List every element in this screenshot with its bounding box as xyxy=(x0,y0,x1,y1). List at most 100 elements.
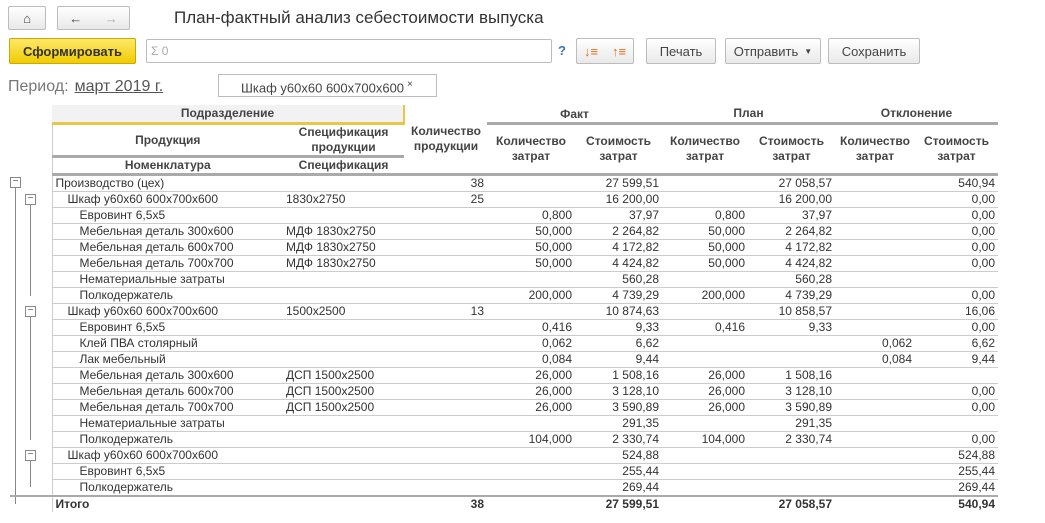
header-product[interactable]: Продукция xyxy=(51,123,283,158)
plan-cost-cell xyxy=(748,463,835,480)
qty-product-cell xyxy=(404,367,487,384)
header-plan: План xyxy=(662,105,835,125)
collapse-icon[interactable]: − xyxy=(25,305,36,317)
table-row[interactable]: Мебельная деталь 700х700 ДСП 1500х2500 26,… xyxy=(10,399,998,416)
plan-cost-cell: 4 739,29 xyxy=(748,287,835,304)
nomenclature-cell: Нематериальные затраты xyxy=(51,415,283,432)
nav-buttons: ← → xyxy=(57,6,130,30)
header-qty-product[interactable]: Количество продукции xyxy=(404,105,487,176)
table-row[interactable]: Евровинт 6,5х5 0,416 9,33 0,416 9,33 0,00 xyxy=(10,319,998,336)
fact-cost-cell: 291,35 xyxy=(575,415,662,432)
header-plan-qty[interactable]: Количество затрат xyxy=(662,123,748,176)
tree-gutter xyxy=(10,463,52,480)
search-input[interactable]: Σ 0 xyxy=(146,39,552,63)
dev-qty-cell xyxy=(835,319,915,336)
nomenclature-cell: Мебельная деталь 700х700 xyxy=(51,255,283,272)
table-row[interactable]: Полкодержатель 200,000 4 739,29 200,000 4 73… xyxy=(10,287,998,304)
spec-cell: МДФ 1830х2750 xyxy=(283,239,404,256)
collapse-icon[interactable]: − xyxy=(10,176,21,188)
header-fact-qty[interactable]: Количество затрат xyxy=(487,123,575,176)
save-button[interactable]: Сохранить xyxy=(828,38,920,64)
collapse-icon[interactable]: − xyxy=(25,193,36,205)
fact-qty-cell: 50,000 xyxy=(487,223,575,240)
group-row[interactable]: − Шкаф у60х60 600х700х600 1500х2500 13 10 87… xyxy=(10,303,998,320)
dev-cost-cell: 0,00 xyxy=(915,239,998,256)
sort-descending-icon[interactable]: ↓≡ xyxy=(584,44,598,59)
header-fact-cost[interactable]: Стоимость затрат xyxy=(575,123,662,176)
plan-cost-cell: 3 128,10 xyxy=(748,383,835,400)
table-row[interactable]: Мебельная деталь 600х700 МДФ 1830х2750 50,… xyxy=(10,239,998,256)
plan-cost-cell: 291,35 xyxy=(748,415,835,432)
dev-qty-cell xyxy=(835,303,915,320)
help-link[interactable]: ? xyxy=(558,43,566,58)
spec-cell xyxy=(283,319,404,336)
fact-cost-cell: 255,44 xyxy=(575,463,662,480)
qty-product-cell xyxy=(404,223,487,240)
nomenclature-cell: Полкодержатель xyxy=(51,479,283,497)
table-row[interactable]: Евровинт 6,5х5 0,800 37,97 0,800 37,97 0,00 xyxy=(10,207,998,224)
group-row[interactable]: − Шкаф у60х60 600х700х600 524,88 524,88 xyxy=(10,447,998,464)
qty-product-cell xyxy=(404,431,487,448)
dev-cost-cell: 540,94 xyxy=(915,174,998,192)
table-row[interactable]: Мебельная деталь 300х600 МДФ 1830х2750 50,… xyxy=(10,223,998,240)
header-nomenclature[interactable]: Номенклатура xyxy=(51,156,283,176)
qty-product-cell: 38 xyxy=(404,174,487,192)
home-button[interactable]: ⌂ xyxy=(8,6,46,30)
fact-qty-cell xyxy=(487,479,575,497)
collapse-icon[interactable]: − xyxy=(25,449,36,461)
tree-gutter xyxy=(10,271,52,288)
tree-gutter xyxy=(10,239,52,256)
clear-filter-icon[interactable]: × xyxy=(407,79,413,90)
group-row[interactable]: − Шкаф у60х60 600х700х600 1830х2750 25 16 20… xyxy=(10,191,998,208)
fact-cost-cell: 10 874,63 xyxy=(575,303,662,320)
table-row[interactable]: Нематериальные затраты 560,28 560,28 xyxy=(10,271,998,288)
plan-cost-cell: 3 590,89 xyxy=(748,399,835,416)
back-arrow-icon[interactable]: ← xyxy=(69,11,82,26)
table-row[interactable]: Клей ПВА столярный 0,062 6,62 0,062 6,62 xyxy=(10,335,998,352)
table-row[interactable]: Полкодержатель 269,44 269,44 xyxy=(10,479,998,497)
fact-qty-cell xyxy=(487,174,575,192)
sort-buttons: ↓≡ ↑≡ xyxy=(576,38,634,64)
dev-cost-cell: 269,44 xyxy=(915,479,998,497)
sort-ascending-icon[interactable]: ↑≡ xyxy=(612,44,626,59)
header-spec[interactable]: Спецификация xyxy=(283,156,404,176)
table-row[interactable]: Полкодержатель 104,000 2 330,74 104,000 2 33… xyxy=(10,431,998,448)
total-qty: 38 xyxy=(404,495,487,512)
period-link[interactable]: март 2019 г. xyxy=(75,78,164,95)
filter-product[interactable]: Шкаф у60х60 600х700х600 × xyxy=(218,74,437,97)
forward-arrow-icon[interactable]: → xyxy=(105,11,118,26)
fact-qty-cell: 104,000 xyxy=(487,431,575,448)
fact-cost-cell: 524,88 xyxy=(575,447,662,464)
fact-qty-cell xyxy=(487,303,575,320)
tree-gutter xyxy=(10,415,52,432)
send-button[interactable]: Отправить ▼ xyxy=(725,38,821,64)
fact-cost-cell: 4 172,82 xyxy=(575,239,662,256)
dev-qty-cell xyxy=(835,207,915,224)
dev-qty-cell: 0,062 xyxy=(835,335,915,352)
group-row[interactable]: − Производство (цех) 38 27 599,51 27 058,57 5… xyxy=(10,174,998,192)
header-dev-qty[interactable]: Количество затрат xyxy=(835,123,915,176)
total-label: Итого xyxy=(51,495,283,512)
table-row[interactable]: Мебельная деталь 700х700 МДФ 1830х2750 50,… xyxy=(10,255,998,272)
header-plan-cost[interactable]: Стоимость затрат xyxy=(748,123,835,176)
spec-cell xyxy=(283,431,404,448)
table-row[interactable]: Лак мебельный 0,084 9,44 0,084 9,44 xyxy=(10,351,998,368)
tree-gutter xyxy=(10,495,52,512)
plan-cost-cell: 4 424,82 xyxy=(748,255,835,272)
dev-qty-cell xyxy=(835,399,915,416)
table-row[interactable]: Мебельная деталь 600х700 ДСП 1500х2500 26,… xyxy=(10,383,998,400)
qty-product-cell xyxy=(404,415,487,432)
qty-product-cell xyxy=(404,207,487,224)
home-icon: ⌂ xyxy=(23,10,31,26)
header-product-spec[interactable]: Спецификация продукции xyxy=(283,123,404,158)
print-button[interactable]: Печать xyxy=(646,38,716,64)
fact-qty-cell: 0,062 xyxy=(487,335,575,352)
table-row[interactable]: Евровинт 6,5х5 255,44 255,44 xyxy=(10,463,998,480)
send-label: Отправить xyxy=(733,43,799,59)
dev-cost-cell: 6,62 xyxy=(915,335,998,352)
table-row[interactable]: Нематериальные затраты 291,35 291,35 xyxy=(10,415,998,432)
header-dev-cost[interactable]: Стоимость затрат xyxy=(915,123,998,176)
generate-button[interactable]: Сформировать xyxy=(9,38,136,64)
table-row[interactable]: Мебельная деталь 300х600 ДСП 1500х2500 26,… xyxy=(10,367,998,384)
header-division[interactable]: Подразделение xyxy=(52,105,405,125)
